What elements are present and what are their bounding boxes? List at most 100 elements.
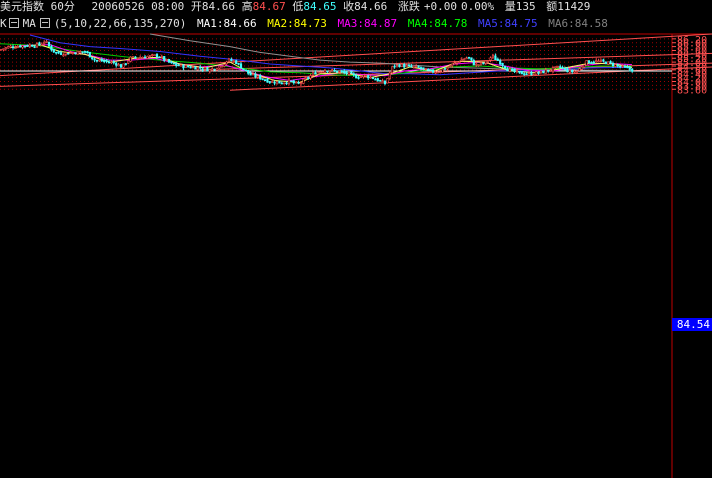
candle-down [38,42,41,46]
candle-down [285,82,288,85]
candle-down [631,68,634,72]
candle-up [148,55,151,57]
candle-up [215,68,219,71]
candle-up [484,60,487,64]
candle-up [203,67,207,70]
candle-up [196,66,199,71]
candle-up [35,42,39,48]
candle-down [611,63,615,67]
candle-down [374,78,377,81]
candle-up [477,64,480,66]
candle-up [595,60,598,63]
candle-up [578,68,581,71]
candle-up [585,60,588,66]
candle-down [268,81,271,83]
candle-up [575,70,579,73]
candle-up [139,57,142,59]
candle-up [580,66,583,70]
candle-up [556,65,559,68]
candle-down [431,69,435,73]
candle-up [369,76,372,79]
candle-up [4,47,7,50]
candle-down [520,70,523,75]
candle-up [2,48,5,51]
candle-up [458,61,461,63]
candle-up [515,70,519,73]
candle-down [626,66,629,69]
candle-down [247,69,250,74]
candle-down [239,63,243,69]
candle-up [568,69,571,73]
candle-up [554,66,557,68]
candle-down [199,66,202,69]
candle-down [566,68,569,73]
candle-down [587,60,591,64]
candle-up [434,71,437,74]
candle-down [422,67,425,69]
candle-up [455,61,459,64]
candle-up [7,46,10,49]
candle-down [563,68,567,70]
candle-up [405,65,408,68]
candle-down [352,73,355,76]
candle-up [479,62,483,65]
candle-down [314,72,317,75]
candle-up [232,60,235,62]
candle-up [0,48,3,51]
candle-down [242,68,245,70]
candle-down [57,51,60,54]
candle-down [103,60,106,62]
candle-down [561,67,564,69]
candle-down [115,62,118,66]
candle-down [443,68,447,70]
candle-up [319,71,322,74]
candle-down [237,63,240,65]
candle-down [602,59,605,62]
candle-up [69,52,72,54]
candle-up [475,63,478,66]
candle-down [52,48,55,53]
candle-up [62,54,65,57]
candle-up [446,67,449,70]
candle-up [359,75,363,78]
candle-down [213,68,216,71]
candle-up [251,73,255,76]
candle-down [427,68,430,71]
candle-down [609,61,612,64]
candle-down [410,65,413,68]
candle-up [21,45,24,48]
candle-up [412,66,415,68]
candle-down [105,60,108,62]
candle-up [424,68,427,70]
candle-down [340,70,343,72]
candle-down [189,66,192,69]
candle-down [74,52,77,55]
candle-up [527,72,531,74]
candle-down [134,56,137,59]
candle-up [388,72,391,79]
candle-down [177,64,180,67]
candle-down [333,69,336,72]
candle-down [472,59,475,66]
candle-up [316,71,319,75]
candle-down [604,61,607,65]
candle-up [117,64,120,67]
candle-up [331,69,334,71]
candle-down [194,66,197,70]
candle-up [45,41,48,43]
candle-up [453,62,456,64]
candle-down [518,71,521,73]
candle-down [417,66,420,68]
candle-up [127,60,130,64]
candle-up [487,60,490,63]
candle-up [122,63,125,68]
candle-down [307,77,310,79]
candle-down [403,64,406,68]
candle-up [79,51,82,53]
candle-down [501,63,504,67]
candle-down [616,64,619,67]
candle-up [43,41,46,44]
candlestick-chart[interactable]: 86.2086.0085.8085.6085.4085.2085.0084.80… [0,0,712,478]
candle-up [338,70,341,73]
candle-down [482,62,485,65]
